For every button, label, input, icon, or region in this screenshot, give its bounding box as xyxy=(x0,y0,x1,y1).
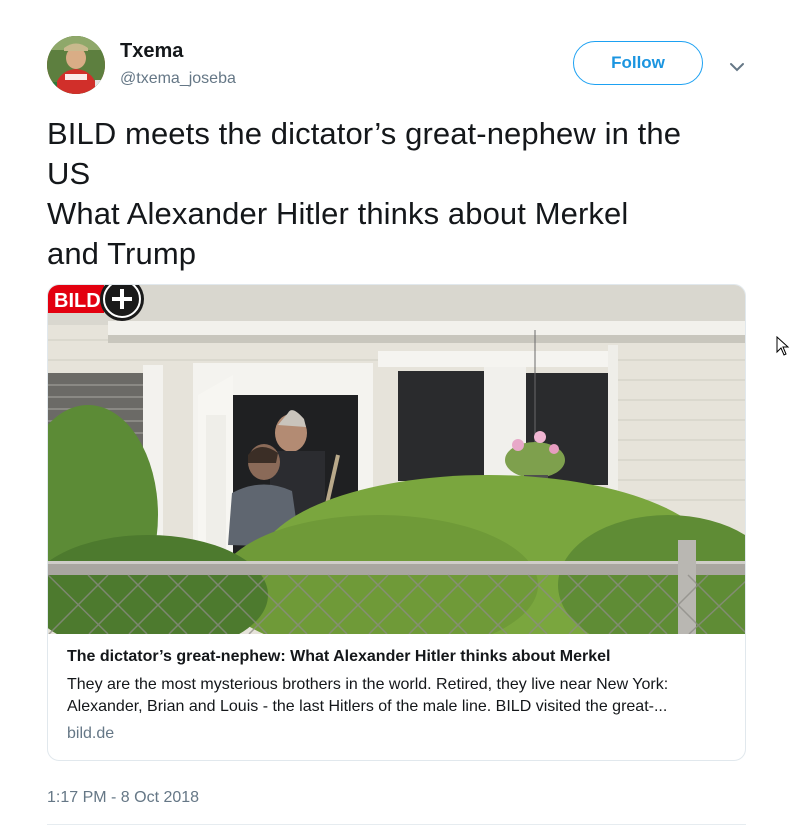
mouse-pointer-icon xyxy=(776,335,790,361)
tweet-text-line: What Alexander Hitler thinks about Merke… xyxy=(47,196,629,231)
card-image[interactable]: BILD xyxy=(48,285,746,634)
divider xyxy=(47,824,746,825)
tweet-text-line: US xyxy=(47,156,91,191)
card-description-line: They are the most mysterious brothers in… xyxy=(67,676,669,693)
link-card[interactable]: BILD The dictator’s great-nephew: What A… xyxy=(47,284,746,761)
card-title[interactable]: The dictator’s great-nephew: What Alexan… xyxy=(67,646,727,668)
bild-logo-text: BILD xyxy=(54,290,101,312)
card-description: They are the most mysterious brothers in… xyxy=(67,674,727,718)
follow-button[interactable]: Follow xyxy=(573,41,703,85)
card-description-line: Alexander, Brian and Louis - the last Hi… xyxy=(67,698,668,715)
card-domain: bild.de xyxy=(67,725,115,742)
display-name[interactable]: Txema xyxy=(120,40,183,63)
tweet-text-line: and Trump xyxy=(47,236,197,271)
tweet-text-line: BILD meets the dictator’s great-nephew i… xyxy=(47,116,682,151)
tweet-text: BILD meets the dictator’s great-nephew i… xyxy=(47,114,767,274)
avatar[interactable] xyxy=(47,36,105,94)
tweet: Txema @txema_joseba Follow BILD meets th… xyxy=(0,0,793,828)
chevron-down-icon[interactable] xyxy=(726,56,748,78)
user-handle[interactable]: @txema_joseba xyxy=(120,70,236,88)
avatar-photo xyxy=(47,36,105,94)
tweet-timestamp[interactable]: 1:17 PM - 8 Oct 2018 xyxy=(47,789,199,807)
card-body: The dictator’s great-nephew: What Alexan… xyxy=(67,646,727,743)
